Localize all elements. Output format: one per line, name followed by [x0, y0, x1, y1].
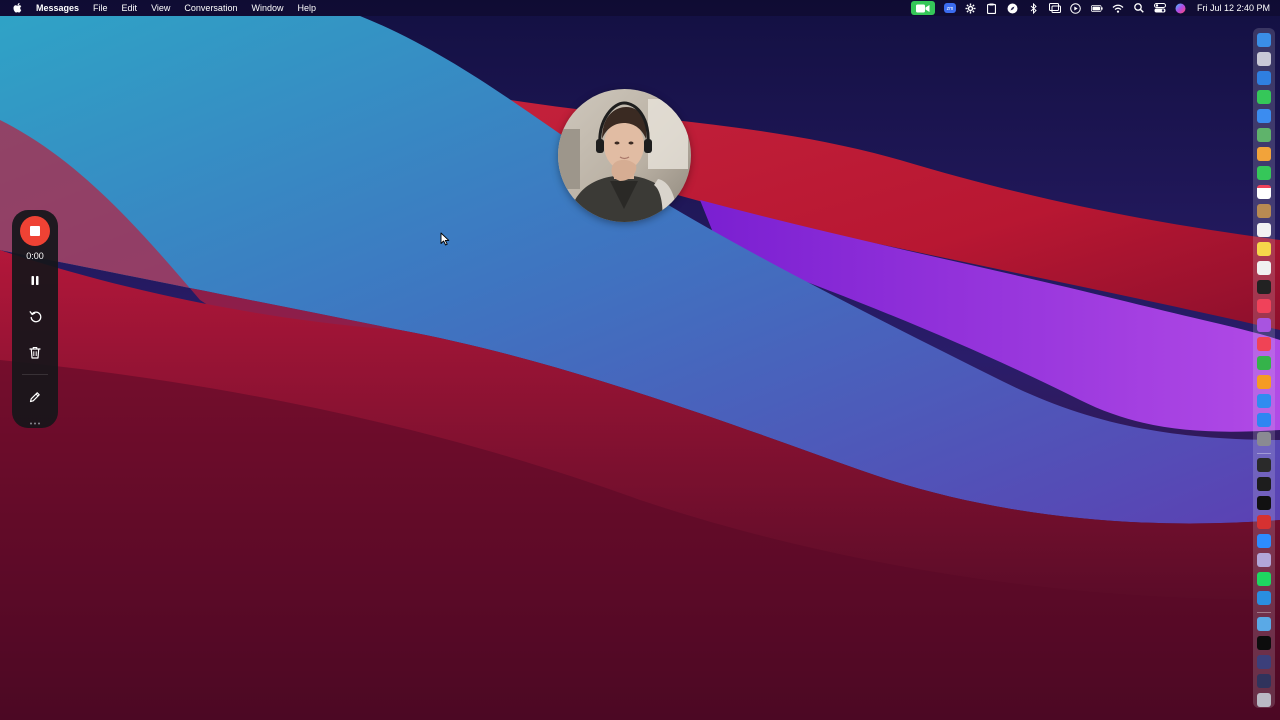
- downloads-folder-icon[interactable]: [1257, 617, 1271, 631]
- gear-icon[interactable]: [965, 2, 977, 14]
- menu-edit[interactable]: Edit: [122, 0, 138, 16]
- control-center-icon[interactable]: [1153, 2, 1166, 14]
- trash-icon: [29, 346, 41, 359]
- menu-view[interactable]: View: [151, 0, 170, 16]
- pause-recording-button[interactable]: [12, 272, 58, 288]
- finder-icon[interactable]: [1257, 33, 1271, 47]
- pencil-icon: [29, 392, 40, 403]
- pages-icon[interactable]: [1257, 375, 1271, 389]
- spotify-icon[interactable]: [1257, 572, 1271, 586]
- dock-separator: [1257, 453, 1271, 454]
- search-icon[interactable]: [1133, 2, 1145, 14]
- preview-icon[interactable]: [1257, 553, 1271, 567]
- launchpad-icon[interactable]: [1257, 52, 1271, 66]
- calendar-icon[interactable]: [1257, 185, 1271, 199]
- pause-icon: [31, 275, 39, 285]
- desktop: Messages File Edit View Conversation Win…: [0, 0, 1280, 720]
- maps-icon[interactable]: [1257, 128, 1271, 142]
- music-icon[interactable]: [1257, 299, 1271, 313]
- wifi-icon[interactable]: [1112, 2, 1124, 14]
- terminal-icon[interactable]: [1257, 477, 1271, 491]
- screen-recorder-icon[interactable]: [1257, 515, 1271, 529]
- window-thumbnail-2-icon[interactable]: [1257, 655, 1271, 669]
- menu-app-name[interactable]: Messages: [36, 0, 79, 16]
- siri-icon[interactable]: [1175, 2, 1187, 14]
- restart-recording-button[interactable]: [12, 308, 58, 324]
- mouse-cursor-icon: [440, 232, 450, 246]
- system-settings-icon[interactable]: [1257, 432, 1271, 446]
- dock: [1253, 28, 1275, 708]
- apple-menu-icon[interactable]: [12, 0, 24, 16]
- bluetooth-icon[interactable]: [1028, 2, 1040, 14]
- vscode-icon[interactable]: [1257, 591, 1271, 605]
- reminders-icon[interactable]: [1257, 223, 1271, 237]
- svg-text:zm: zm: [947, 6, 954, 12]
- play-icon[interactable]: [1070, 2, 1082, 14]
- notes-icon[interactable]: [1257, 242, 1271, 256]
- news-icon[interactable]: [1257, 337, 1271, 351]
- chatgpt-icon[interactable]: [1257, 458, 1271, 472]
- menu-help[interactable]: Help: [297, 0, 316, 16]
- menu-window[interactable]: Window: [251, 0, 283, 16]
- freeform-icon[interactable]: [1257, 261, 1271, 275]
- numbers-icon[interactable]: [1257, 356, 1271, 370]
- webcam-bubble[interactable]: [558, 89, 691, 222]
- window-thumbnail-icon[interactable]: [1257, 636, 1271, 650]
- delete-recording-button[interactable]: [12, 344, 58, 360]
- zoom-app-icon[interactable]: [1257, 534, 1271, 548]
- dock-separator: [1257, 612, 1271, 613]
- stop-recording-button[interactable]: [12, 216, 58, 246]
- mail-icon[interactable]: [1257, 109, 1271, 123]
- keynote-icon[interactable]: [1257, 394, 1271, 408]
- safari-icon[interactable]: [1257, 71, 1271, 85]
- iterm-icon[interactable]: [1257, 496, 1271, 510]
- contacts-icon[interactable]: [1257, 204, 1271, 218]
- compass-icon[interactable]: [1007, 2, 1019, 14]
- recording-timer: 0:00: [26, 251, 44, 261]
- toolbar-divider: [22, 374, 48, 375]
- stop-icon: [20, 216, 50, 246]
- window-thumbnail-3-icon[interactable]: [1257, 674, 1271, 688]
- menu-bar-clock[interactable]: Fri Jul 12 2:40 PM: [1197, 0, 1270, 16]
- menu-conversation[interactable]: Conversation: [184, 0, 237, 16]
- clipboard-icon[interactable]: [986, 2, 998, 14]
- webcam-preview-image: [558, 89, 691, 222]
- restart-icon: [29, 310, 41, 322]
- zoom-icon[interactable]: zm: [943, 2, 956, 14]
- app-store-icon[interactable]: [1257, 413, 1271, 427]
- toolbar-drag-handle-icon[interactable]: [29, 422, 41, 425]
- facetime-icon[interactable]: [1257, 166, 1271, 180]
- menu-file[interactable]: File: [93, 0, 108, 16]
- recording-toolbar: 0:00: [12, 210, 58, 428]
- menu-bar: Messages File Edit View Conversation Win…: [0, 0, 1280, 16]
- photos-icon[interactable]: [1257, 147, 1271, 161]
- trash-bin-icon[interactable]: [1257, 693, 1271, 707]
- screen-mirroring-icon[interactable]: [1048, 2, 1061, 14]
- messages-icon[interactable]: [1257, 90, 1271, 104]
- podcasts-icon[interactable]: [1257, 318, 1271, 332]
- facetime-video-icon[interactable]: [910, 1, 935, 15]
- apple-tv-icon[interactable]: [1257, 280, 1271, 294]
- draw-annotation-button[interactable]: [12, 389, 58, 405]
- battery-icon[interactable]: [1090, 2, 1103, 14]
